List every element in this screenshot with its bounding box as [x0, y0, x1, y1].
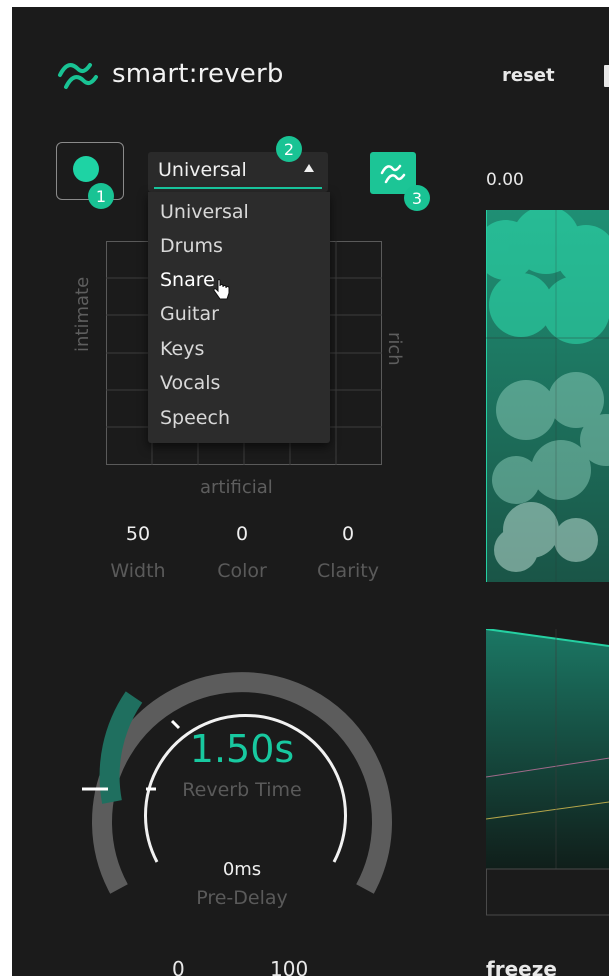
clarity-value[interactable]: 0: [308, 523, 388, 545]
app-title: smart:reverb: [112, 59, 284, 89]
color-value[interactable]: 0: [202, 523, 282, 545]
plugin-window: smart:reverb reset 1 intimate rich artif…: [12, 7, 609, 976]
bottom-partial-value-a[interactable]: 0: [172, 957, 185, 976]
bottom-partial-value-b[interactable]: 100: [270, 957, 308, 976]
hand-cursor-icon: [213, 279, 230, 300]
grid-label-artificial: artificial: [200, 477, 273, 498]
dropdown-item-speech[interactable]: Speech: [160, 407, 230, 429]
grid-label-rich: rich: [384, 332, 405, 366]
caret-up-icon: [304, 164, 314, 172]
profile-dropdown-menu: Universal Drums Snare Guitar Keys Vocals…: [148, 192, 330, 443]
reset-button[interactable]: reset: [502, 65, 555, 86]
reverb-time-value[interactable]: 1.50s: [162, 727, 322, 771]
reverb-bubble-visualization: [486, 210, 609, 582]
waves-logo-icon: [58, 63, 98, 89]
dropdown-item-vocals[interactable]: Vocals: [160, 372, 220, 394]
power-indicator: [73, 156, 99, 182]
dropdown-item-snare[interactable]: Snare: [160, 269, 215, 291]
decay-envelope-visualization: [486, 629, 609, 916]
badge-3: 3: [404, 185, 430, 211]
clarity-label: Clarity: [317, 560, 379, 582]
dropdown-item-guitar[interactable]: Guitar: [160, 303, 219, 325]
width-value[interactable]: 50: [98, 523, 178, 545]
profile-selected-value: Universal: [158, 159, 247, 181]
dropdown-item-universal[interactable]: Universal: [160, 201, 249, 223]
width-label: Width: [110, 560, 166, 582]
reverb-time-label: Reverb Time: [182, 779, 302, 801]
profile-dropdown[interactable]: Universal: [148, 152, 328, 192]
dropdown-item-drums[interactable]: Drums: [160, 235, 223, 257]
badge-1: 1: [88, 183, 114, 209]
badge-2: 2: [276, 136, 302, 162]
predelay-value[interactable]: 0ms: [182, 859, 302, 880]
viz-readout: 0.00: [486, 170, 524, 190]
dropdown-underline: [154, 187, 322, 189]
grid-label-intimate: intimate: [72, 276, 93, 352]
color-label: Color: [217, 560, 267, 582]
header-partial-icon[interactable]: [604, 65, 609, 87]
waves-small-icon: [380, 164, 406, 184]
dropdown-item-keys[interactable]: Keys: [160, 338, 204, 360]
predelay-label: Pre-Delay: [196, 887, 288, 909]
freeze-button[interactable]: freeze: [486, 957, 557, 976]
